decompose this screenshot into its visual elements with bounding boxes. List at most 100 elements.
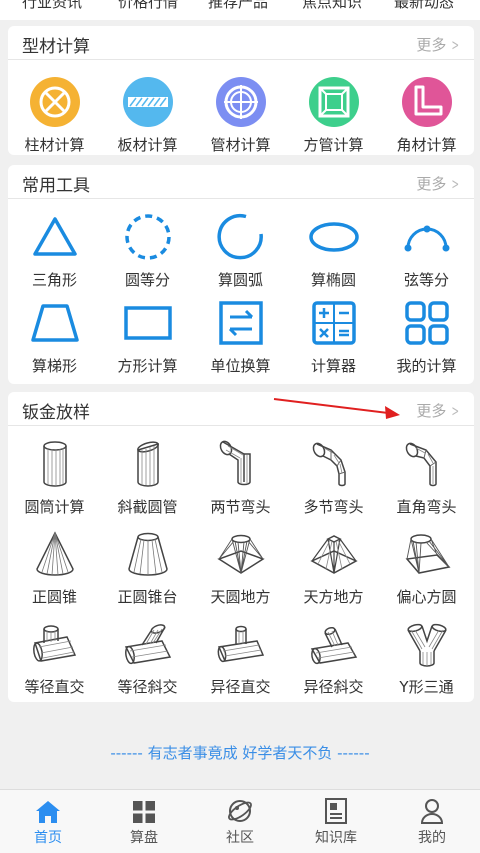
- tab-label: 算盘: [130, 830, 158, 846]
- tool-label: 单位换算: [210, 357, 271, 375]
- plate-icon: [120, 74, 176, 130]
- tool-rectangle[interactable]: 方形计算: [101, 295, 194, 376]
- tool-label: 正圆锥: [31, 588, 77, 606]
- more-link[interactable]: 更多 >: [416, 173, 462, 194]
- tool-label: 角材计算: [396, 136, 457, 154]
- common-tools-card: 常用工具 更多 > 三角形 圆等分 算圆弧 算椭圆 弦等分 算梯形 方形计算 单…: [8, 165, 474, 384]
- tool-multi-segment-elbow[interactable]: 多节弯头: [287, 436, 380, 517]
- ellipse-icon: [306, 209, 362, 265]
- grid-icon: [96, 790, 192, 824]
- equal-tee-icon: [27, 616, 83, 672]
- book-icon: [288, 790, 384, 824]
- round-bar-icon: [27, 74, 83, 130]
- chevron-right-icon: >: [451, 402, 460, 420]
- circle-divide-icon: [120, 209, 176, 265]
- top-category-strip: 行业资讯 价格行情 推荐产品 焦点知识 最新动态: [0, 0, 480, 20]
- tab-abacus[interactable]: 算盘: [96, 790, 192, 853]
- tool-chord-divide[interactable]: 弦等分: [380, 209, 473, 290]
- rectangle-icon: [120, 295, 176, 351]
- tab-label: 社区: [226, 830, 254, 846]
- y-branch-icon: [399, 616, 455, 672]
- tool-arc[interactable]: 算圆弧: [194, 209, 287, 290]
- more-label: 更多: [416, 402, 447, 420]
- tool-unit-convert[interactable]: 单位换算: [194, 295, 287, 376]
- tool-label: 多节弯头: [303, 498, 364, 516]
- tool-label: 算圆弧: [217, 271, 263, 289]
- tool-label: 方形计算: [117, 357, 178, 375]
- tool-round-to-square[interactable]: 天圆地方: [194, 526, 287, 607]
- tool-label: 圆筒计算: [24, 498, 85, 516]
- triangle-icon: [27, 209, 83, 265]
- tool-square-to-square[interactable]: 天方地方: [287, 526, 380, 607]
- oblique-pipe-icon: [120, 436, 176, 492]
- top-tab-products[interactable]: 推荐产品: [208, 0, 268, 12]
- right-angle-elbow-icon: [399, 436, 455, 492]
- tool-equal-lateral[interactable]: 等径斜交: [101, 616, 194, 697]
- user-icon: [384, 790, 480, 824]
- top-tab-prices[interactable]: 价格行情: [118, 0, 178, 12]
- tool-two-segment-elbow[interactable]: 两节弯头: [194, 436, 287, 517]
- tool-reducing-tee[interactable]: 异径直交: [194, 616, 287, 697]
- tool-label: Y形三通: [399, 678, 454, 696]
- frustum-icon: [120, 526, 176, 582]
- tool-circle-divide[interactable]: 圆等分: [101, 209, 194, 290]
- tool-label: 计算器: [310, 357, 356, 375]
- calculator-icon: [306, 295, 362, 351]
- tool-label: 等径直交: [24, 678, 85, 696]
- my-calc-icon: [399, 295, 455, 351]
- more-link[interactable]: 更多 >: [416, 34, 462, 55]
- tool-label: 算椭圆: [310, 271, 356, 289]
- round-to-square-icon: [213, 526, 269, 582]
- tool-frustum[interactable]: 正圆锥台: [101, 526, 194, 607]
- common-tools-header: 常用工具 更多 >: [8, 165, 474, 199]
- profile-calc-header: 型材计算 更多 >: [8, 26, 474, 60]
- tool-cone[interactable]: 正圆锥: [8, 526, 101, 607]
- tool-label: 直角弯头: [396, 498, 457, 516]
- tool-oblique-pipe[interactable]: 斜截圆管: [101, 436, 194, 517]
- two-segment-elbow-icon: [213, 436, 269, 492]
- top-tab-news[interactable]: 行业资讯: [22, 0, 82, 12]
- tab-home[interactable]: 首页: [0, 790, 96, 853]
- profile-calc-card: 型材计算 更多 > 柱材计算 板材计算 管材计算 方管计算 角材计算: [8, 26, 474, 155]
- tool-equal-tee[interactable]: 等径直交: [8, 616, 101, 697]
- tool-trapezoid[interactable]: 算梯形: [8, 295, 101, 376]
- tool-pipe[interactable]: 管材计算: [194, 74, 287, 155]
- tool-label: 等径斜交: [117, 678, 178, 696]
- top-tab-focus[interactable]: 焦点知识: [302, 0, 362, 12]
- tab-mine[interactable]: 我的: [384, 790, 480, 853]
- section-title: 钣金放样: [22, 403, 90, 423]
- chevron-right-icon: >: [451, 36, 460, 54]
- tool-label: 偏心方圆: [396, 588, 457, 606]
- top-tab-latest[interactable]: 最新动态: [394, 0, 454, 12]
- tab-community[interactable]: 社区: [192, 790, 288, 853]
- tool-label: 异径直交: [210, 678, 271, 696]
- tool-cylinder[interactable]: 圆筒计算: [8, 436, 101, 517]
- tool-label: 我的计算: [396, 357, 457, 375]
- tool-calculator[interactable]: 计算器: [287, 295, 380, 376]
- more-link[interactable]: 更多 >: [416, 400, 462, 421]
- bottom-tab-bar: 首页 算盘 社区 知识库 我的: [0, 789, 480, 853]
- tool-my-calc[interactable]: 我的计算: [380, 295, 473, 376]
- eccentric-transition-icon: [399, 526, 455, 582]
- tool-reducing-lateral[interactable]: 异径斜交: [287, 616, 380, 697]
- tool-round-bar[interactable]: 柱材计算: [8, 74, 101, 155]
- tab-knowledge[interactable]: 知识库: [288, 790, 384, 853]
- tool-ellipse[interactable]: 算椭圆: [287, 209, 380, 290]
- tool-square-tube[interactable]: 方管计算: [287, 74, 380, 155]
- tool-right-angle-elbow[interactable]: 直角弯头: [380, 436, 473, 517]
- tool-plate[interactable]: 板材计算: [101, 74, 194, 155]
- tool-label: 三角形: [31, 271, 77, 289]
- tool-y-branch[interactable]: Y形三通: [380, 616, 473, 697]
- tab-label: 知识库: [315, 830, 357, 846]
- tool-eccentric-transition[interactable]: 偏心方圆: [380, 526, 473, 607]
- tool-label: 算梯形: [31, 357, 77, 375]
- tool-triangle[interactable]: 三角形: [8, 209, 101, 290]
- tool-label: 异径斜交: [303, 678, 364, 696]
- tool-label: 柱材计算: [24, 136, 85, 154]
- tool-label: 天方地方: [303, 588, 364, 606]
- annotation-arrow-icon: [273, 398, 400, 419]
- more-label: 更多: [416, 175, 447, 193]
- tool-label: 弦等分: [403, 271, 449, 289]
- tool-angle-steel[interactable]: 角材计算: [380, 74, 473, 155]
- tool-label: 圆等分: [124, 271, 170, 289]
